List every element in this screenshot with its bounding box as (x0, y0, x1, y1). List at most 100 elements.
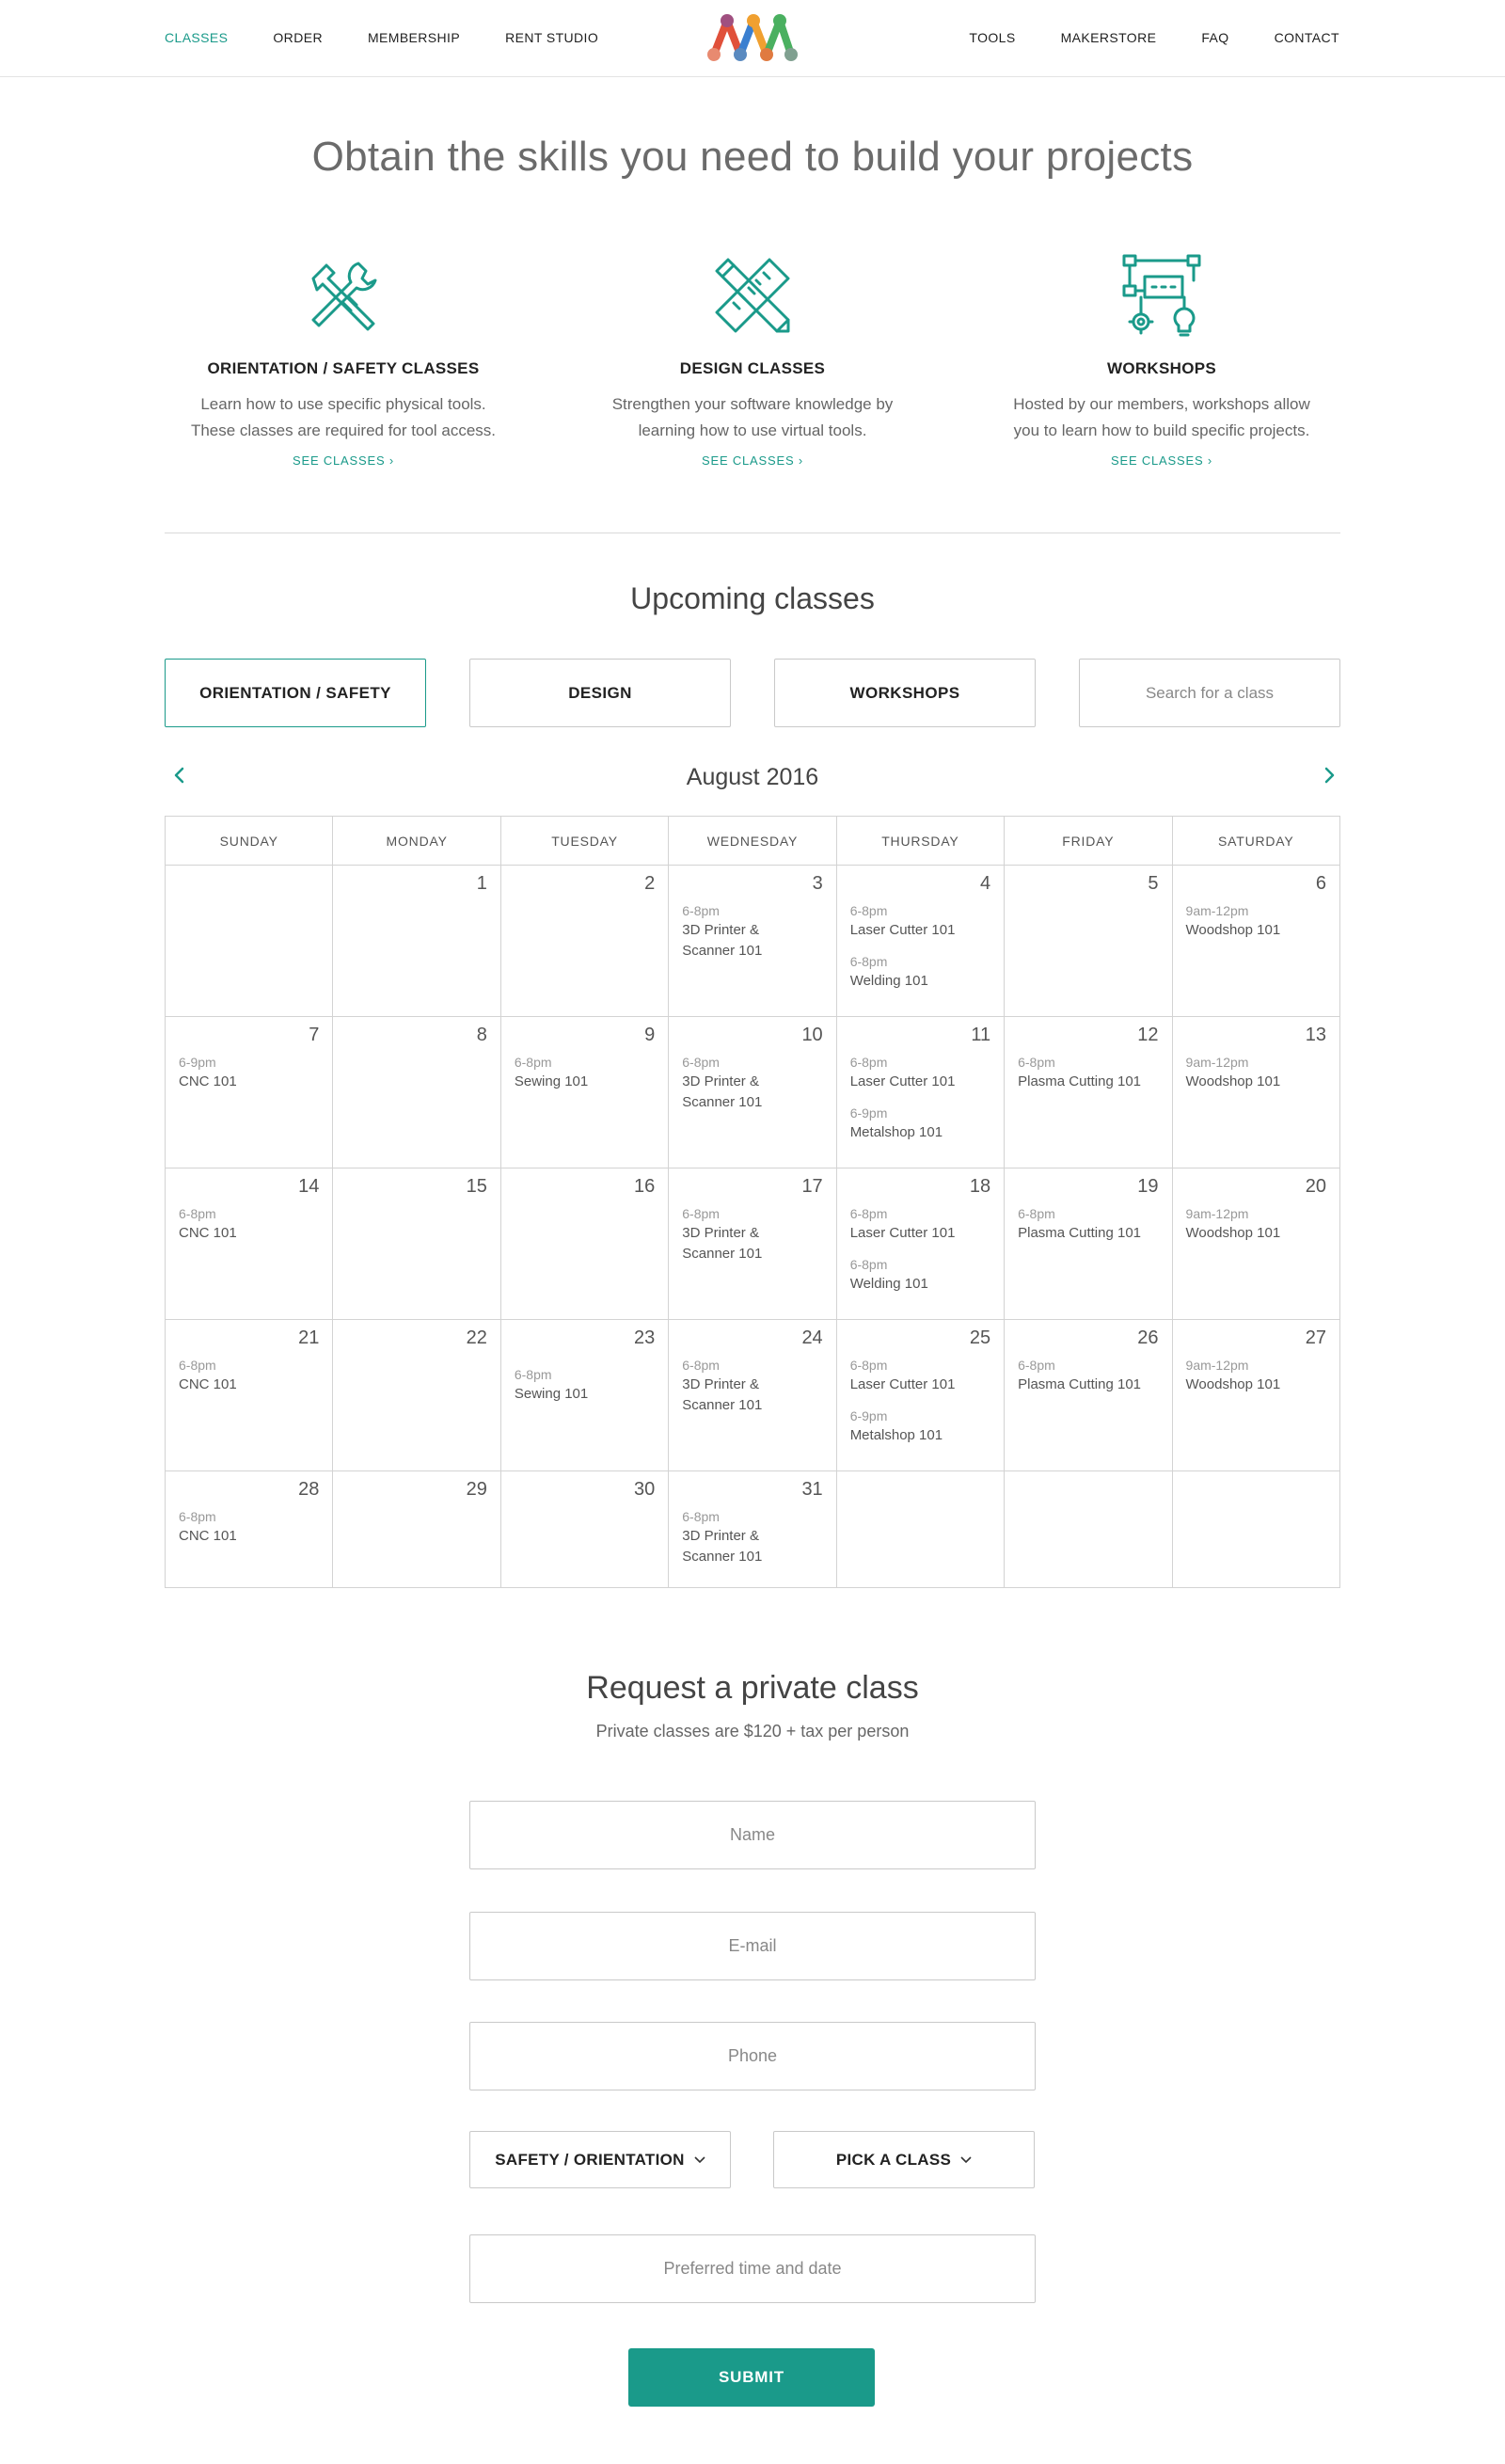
event-name: Laser Cutter 101 (849, 1376, 956, 1392)
calendar-day[interactable]: 8 (332, 1016, 501, 1168)
calendar-day[interactable]: 21 6-8pm CNC 101 (164, 1319, 334, 1471)
calendar-day[interactable]: 26 6-8pm Plasma Cutting 101 (1004, 1319, 1173, 1471)
calendar-event[interactable]: 6-8pm Plasma Cutting 101 (1018, 1204, 1158, 1244)
preferred-time-field[interactable] (469, 2234, 1036, 2303)
calendar-day[interactable]: 1 (332, 865, 501, 1017)
day-number: 28 (298, 1479, 320, 1500)
calendar-day[interactable]: 28 6-8pm CNC 101 (164, 1470, 334, 1588)
nav-rent-studio[interactable]: RENT STUDIO (505, 30, 598, 45)
day-number: 27 (1305, 1327, 1326, 1348)
event-time: 6-9pm (179, 1055, 216, 1070)
chevron-right-icon[interactable] (1318, 764, 1340, 787)
see-classes-link[interactable]: SEE CLASSES › (702, 453, 803, 468)
calendar-day[interactable]: 13 9am-12pm Woodshop 101 (1171, 1016, 1341, 1168)
calendar-day[interactable]: 31 6-8pm 3D Printer & Scanner 101 (668, 1470, 837, 1588)
calendar-day[interactable]: 18 6-8pm Laser Cutter 101 6-8pm Welding 101 (835, 1168, 1006, 1320)
class-select[interactable]: PICK A CLASS (773, 2131, 1035, 2188)
see-classes-link[interactable]: SEE CLASSES › (293, 453, 394, 468)
weekday-label: FRIDAY (1004, 816, 1173, 866)
calendar-day[interactable]: 9 6-8pm Sewing 101 (499, 1016, 670, 1168)
calendar-day[interactable]: 4 6-8pm Laser Cutter 101 6-8pm Welding 101 (835, 865, 1006, 1017)
day-number: 3 (812, 873, 823, 894)
calendar-day[interactable]: 6 9am-12pm Woodshop 101 (1171, 865, 1341, 1017)
nav-order[interactable]: ORDER (273, 30, 323, 45)
calendar-event[interactable]: 6-8pm CNC 101 (179, 1204, 319, 1244)
event-time: 6-8pm (849, 1206, 888, 1221)
calendar-day (164, 865, 334, 1017)
event-time: 9am-12pm (1185, 1358, 1249, 1373)
calendar-day[interactable]: 24 6-8pm 3D Printer & Scanner 101 (668, 1319, 837, 1471)
calendar-event[interactable]: 6-8pm Laser Cutter 101 (850, 1204, 990, 1244)
calendar-day[interactable]: 20 9am-12pm Woodshop 101 (1171, 1168, 1341, 1320)
nav-contact[interactable]: CONTACT (1275, 30, 1339, 45)
filter-workshops[interactable]: WORKSHOPS (774, 659, 1036, 727)
calendar-header: August 2016 (165, 760, 1340, 798)
calendar-day[interactable]: 16 (499, 1168, 670, 1320)
weekday-label: WEDNESDAY (668, 816, 837, 866)
phone-field[interactable] (469, 2022, 1036, 2090)
calendar-event[interactable]: 6-9pm Metalshop 101 (850, 1407, 990, 1446)
calendar-event[interactable]: 6-8pm Sewing 101 (515, 1365, 655, 1405)
calendar-event[interactable]: 9am-12pm Woodshop 101 (1186, 1204, 1326, 1244)
day-number: 25 (969, 1327, 991, 1348)
calendar-day[interactable]: 2 (499, 865, 670, 1017)
calendar-day[interactable]: 7 6-9pm CNC 101 (164, 1016, 334, 1168)
calendar-day[interactable]: 14 6-8pm CNC 101 (164, 1168, 334, 1320)
calendar-event[interactable]: 6-8pm Welding 101 (850, 1255, 990, 1295)
calendar-event[interactable]: 6-8pm Laser Cutter 101 (850, 1356, 990, 1395)
calendar-event[interactable]: 6-8pm Welding 101 (850, 952, 990, 992)
event-time: 6-8pm (849, 903, 888, 918)
calendar-day[interactable]: 17 6-8pm 3D Printer & Scanner 101 (668, 1168, 837, 1320)
calendar-day[interactable]: 12 6-8pm Plasma Cutting 101 (1004, 1016, 1173, 1168)
calendar-event[interactable]: 6-8pm Plasma Cutting 101 (1018, 1356, 1158, 1395)
filter-orientation-safety[interactable]: ORIENTATION / SAFETY (165, 659, 426, 727)
calendar-day[interactable]: 3 6-8pm 3D Printer & Scanner 101 (668, 865, 837, 1017)
filter-design[interactable]: DESIGN (469, 659, 731, 727)
feature-description: Hosted by our members, workshops allow yo… (1013, 395, 1310, 439)
calendar-event[interactable]: 9am-12pm Woodshop 101 (1186, 1356, 1326, 1395)
calendar-day[interactable]: 11 6-8pm Laser Cutter 101 6-9pm Metalshop 10… (835, 1016, 1006, 1168)
calendar-event[interactable]: 6-8pm Sewing 101 (515, 1053, 655, 1092)
calendar-event[interactable]: 6-8pm CNC 101 (179, 1356, 319, 1395)
nav-tools[interactable]: TOOLS (969, 30, 1015, 45)
calendar-day[interactable]: 27 9am-12pm Woodshop 101 (1171, 1319, 1341, 1471)
calendar-day[interactable]: 19 6-8pm Plasma Cutting 101 (1004, 1168, 1173, 1320)
calendar-event[interactable]: 6-8pm 3D Printer & Scanner 101 (682, 901, 822, 962)
calendar-event[interactable]: 6-8pm 3D Printer & Scanner 101 (682, 1356, 822, 1416)
calendar-day[interactable]: 10 6-8pm 3D Printer & Scanner 101 (668, 1016, 837, 1168)
nav-makerstore[interactable]: MAKERSTORE (1061, 30, 1157, 45)
email-field[interactable] (469, 1912, 1036, 1980)
calendar-day[interactable]: 22 (332, 1319, 501, 1471)
calendar-event[interactable]: 6-8pm Laser Cutter 101 (850, 901, 990, 941)
calendar-day[interactable]: 30 (499, 1470, 670, 1588)
name-field[interactable] (469, 1801, 1036, 1869)
calendar-event[interactable]: 6-8pm 3D Printer & Scanner 101 (682, 1053, 822, 1113)
nav-classes[interactable]: CLASSES (165, 30, 228, 45)
calendar-event[interactable]: 6-8pm Plasma Cutting 101 (1018, 1053, 1158, 1092)
calendar-day[interactable]: 23 6-8pm Sewing 101 (499, 1319, 670, 1471)
maker-logo-icon[interactable] (705, 8, 799, 68)
calendar-day[interactable]: 5 (1004, 865, 1173, 1017)
event-name: 3D Printer & (682, 922, 759, 938)
calendar-day[interactable]: 29 (332, 1470, 501, 1588)
nav-membership[interactable]: MEMBERSHIP (368, 30, 460, 45)
submit-button[interactable]: SUBMIT (628, 2348, 875, 2407)
calendar-event[interactable]: 9am-12pm Woodshop 101 (1186, 901, 1326, 941)
calendar-event[interactable]: 6-9pm Metalshop 101 (850, 1104, 990, 1143)
feature-workshops: WORKSHOPS Hosted by our members, worksho… (983, 252, 1340, 469)
calendar-event[interactable]: 9am-12pm Woodshop 101 (1186, 1053, 1326, 1092)
calendar-week: 28 6-8pm CNC 101 29 30 31 6-8pm 3D Printer & Sca… (164, 1470, 1341, 1588)
see-classes-link[interactable]: SEE CLASSES › (1111, 453, 1212, 468)
calendar-day[interactable]: 25 6-8pm Laser Cutter 101 6-9pm Metalshop 10… (835, 1319, 1006, 1471)
calendar-day[interactable]: 15 (332, 1168, 501, 1320)
calendar-event[interactable]: 6-8pm Laser Cutter 101 (850, 1053, 990, 1092)
category-select[interactable]: SAFETY / ORIENTATION (469, 2131, 731, 2188)
class-search-input[interactable] (1079, 659, 1340, 727)
calendar-event[interactable]: 6-8pm 3D Printer & Scanner 101 (682, 1204, 822, 1264)
nav-faq[interactable]: FAQ (1201, 30, 1228, 45)
calendar-event[interactable]: 6-8pm CNC 101 (179, 1507, 319, 1547)
event-time: 6-8pm (849, 1257, 888, 1272)
calendar-event[interactable]: 6-8pm 3D Printer & Scanner 101 (682, 1507, 822, 1567)
calendar-event[interactable]: 6-9pm CNC 101 (179, 1053, 319, 1092)
event-name: CNC 101 (179, 1528, 237, 1544)
